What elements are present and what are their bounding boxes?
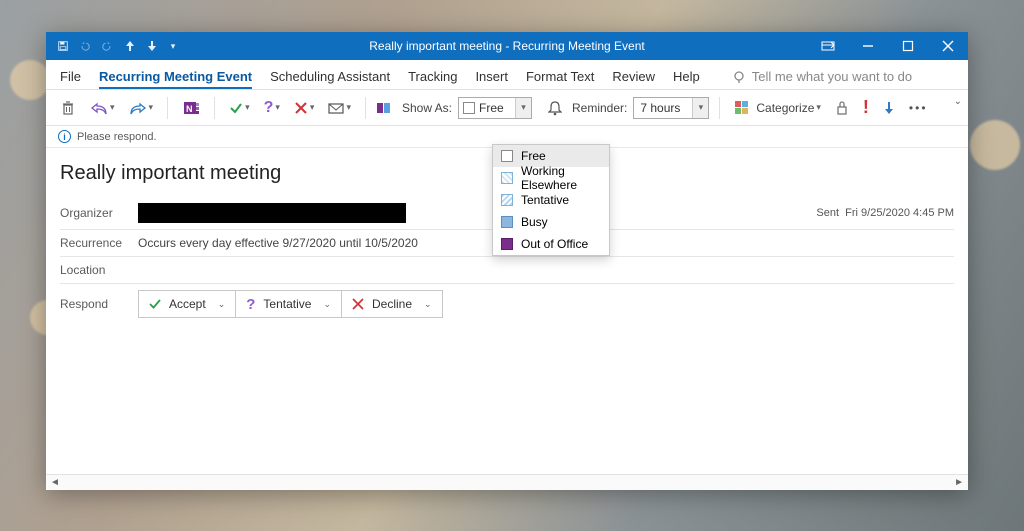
show-as-combo[interactable]: Free ▾	[458, 97, 532, 119]
undo-icon[interactable]	[76, 37, 94, 55]
tab-tracking[interactable]: Tracking	[408, 69, 457, 89]
scroll-left-icon[interactable]: ◄	[50, 477, 60, 488]
respond-menu-button[interactable]: ▾	[324, 95, 355, 121]
dropdown-item-label: Working Elsewhere	[521, 164, 601, 192]
horizontal-scrollbar[interactable]: ◄ ►	[46, 474, 968, 490]
tab-insert[interactable]: Insert	[475, 69, 508, 89]
decline-button[interactable]: Decline ⌄	[342, 290, 443, 318]
collapse-ribbon-icon[interactable]: ⌄	[954, 96, 962, 107]
quick-access-toolbar: ▾	[46, 37, 182, 55]
chevron-down-icon: ⌄	[323, 299, 331, 310]
show-as-dropdown: Free Working Elsewhere Tentative Busy Ou…	[492, 144, 610, 256]
minimize-button[interactable]	[848, 32, 888, 60]
show-as-label: Show As:	[402, 101, 452, 115]
location-row: Location	[60, 257, 954, 284]
accept-button[interactable]: Accept ⌄	[138, 290, 236, 318]
ribbon-toolbar: ▾ ▾ N ▾ ?▾ ▾ ▾ Show As: Free ▾	[46, 90, 968, 126]
down-arrow-icon[interactable]	[142, 37, 160, 55]
dropdown-item-tentative[interactable]: Tentative	[493, 189, 609, 211]
tab-file[interactable]: File	[60, 69, 81, 89]
chevron-down-icon[interactable]: ▾	[692, 98, 708, 118]
working-elsewhere-swatch-icon	[501, 172, 513, 184]
window-controls	[808, 32, 968, 60]
delete-button[interactable]	[56, 95, 80, 121]
decline-menu-button[interactable]: ▾	[290, 95, 319, 121]
close-button[interactable]	[928, 32, 968, 60]
dropdown-item-working-elsewhere[interactable]: Working Elsewhere	[493, 167, 609, 189]
qat-customize-icon[interactable]: ▾	[164, 37, 182, 55]
forward-button[interactable]: ▾	[125, 95, 158, 121]
tab-format-text[interactable]: Format Text	[526, 69, 594, 89]
tentative-button[interactable]: ? Tentative ⌄	[236, 290, 342, 318]
busy-swatch-icon	[501, 216, 513, 228]
respond-row: Respond Accept ⌄ ? Tentative ⌄ Decline ⌄	[60, 284, 954, 324]
private-button[interactable]	[831, 95, 853, 121]
sent-value: Fri 9/25/2020 4:45 PM	[845, 207, 954, 219]
free-swatch-icon	[463, 102, 475, 114]
tell-me-placeholder: Tell me what you want to do	[752, 69, 912, 84]
tentative-label: Tentative	[263, 297, 311, 311]
reminder-value: 7 hours	[634, 101, 692, 115]
ribbon-tabs: File Recurring Meeting Event Scheduling …	[46, 60, 968, 90]
dropdown-item-label: Out of Office	[521, 237, 588, 251]
more-commands-button[interactable]: •••	[905, 95, 932, 121]
lightbulb-icon	[732, 70, 746, 84]
dropdown-item-label: Busy	[521, 215, 548, 229]
outlook-meeting-window: ▾ Really important meeting - Recurring M…	[46, 32, 968, 490]
free-swatch-icon	[501, 150, 513, 162]
reminder-label: Reminder:	[572, 101, 627, 115]
low-importance-button[interactable]	[879, 95, 899, 121]
tell-me-search[interactable]: Tell me what you want to do	[732, 69, 912, 89]
tab-recurring-meeting-event[interactable]: Recurring Meeting Event	[99, 69, 252, 89]
x-icon	[352, 298, 364, 310]
svg-text:N: N	[186, 104, 193, 114]
high-importance-button[interactable]: !	[859, 95, 873, 121]
tentative-swatch-icon	[501, 194, 513, 206]
tab-scheduling-assistant[interactable]: Scheduling Assistant	[270, 69, 390, 89]
chevron-down-icon: ⌄	[218, 299, 226, 310]
decline-label: Decline	[372, 297, 412, 311]
organizer-label: Organizer	[60, 206, 138, 220]
sent-label: Sent	[816, 207, 839, 219]
dropdown-item-label: Free	[521, 149, 546, 163]
recurrence-value: Occurs every day effective 9/27/2020 unt…	[138, 236, 418, 250]
respond-button-group: Accept ⌄ ? Tentative ⌄ Decline ⌄	[138, 290, 443, 318]
reply-button[interactable]: ▾	[86, 95, 119, 121]
organizer-value-redacted	[138, 203, 406, 223]
show-as-value: Free	[479, 101, 515, 115]
tab-review[interactable]: Review	[612, 69, 655, 89]
tab-help[interactable]: Help	[673, 69, 700, 89]
maximize-button[interactable]	[888, 32, 928, 60]
reminder-combo[interactable]: 7 hours ▾	[633, 97, 709, 119]
accept-menu-button[interactable]: ▾	[225, 95, 254, 121]
question-icon: ?	[246, 296, 255, 313]
sent-info: Sent Fri 9/25/2020 4:45 PM	[816, 207, 954, 219]
scroll-right-icon[interactable]: ►	[954, 477, 964, 488]
ribbon-display-options-icon[interactable]	[808, 32, 848, 60]
check-icon	[149, 298, 161, 310]
info-icon: i	[58, 130, 71, 143]
tentative-menu-button[interactable]: ?▾	[260, 95, 284, 121]
titlebar: ▾ Really important meeting - Recurring M…	[46, 32, 968, 60]
location-label: Location	[60, 263, 138, 277]
redo-icon[interactable]	[98, 37, 116, 55]
accept-label: Accept	[169, 297, 206, 311]
out-of-office-swatch-icon	[501, 238, 513, 250]
dropdown-item-out-of-office[interactable]: Out of Office	[493, 233, 609, 255]
up-arrow-icon[interactable]	[120, 37, 138, 55]
categorize-label: Categorize	[756, 101, 814, 115]
categorize-button[interactable]: Categorize▾	[730, 95, 825, 121]
info-bar-text: Please respond.	[77, 131, 157, 143]
chevron-down-icon: ⌄	[424, 299, 432, 310]
show-as-icon	[376, 95, 392, 121]
onenote-button[interactable]: N	[178, 95, 204, 121]
recurrence-label: Recurrence	[60, 236, 138, 250]
save-icon[interactable]	[54, 37, 72, 55]
chevron-down-icon[interactable]: ▾	[515, 98, 531, 118]
dropdown-item-busy[interactable]: Busy	[493, 211, 609, 233]
reminder-icon	[548, 95, 562, 121]
dropdown-item-label: Tentative	[521, 193, 569, 207]
respond-label: Respond	[60, 297, 138, 311]
